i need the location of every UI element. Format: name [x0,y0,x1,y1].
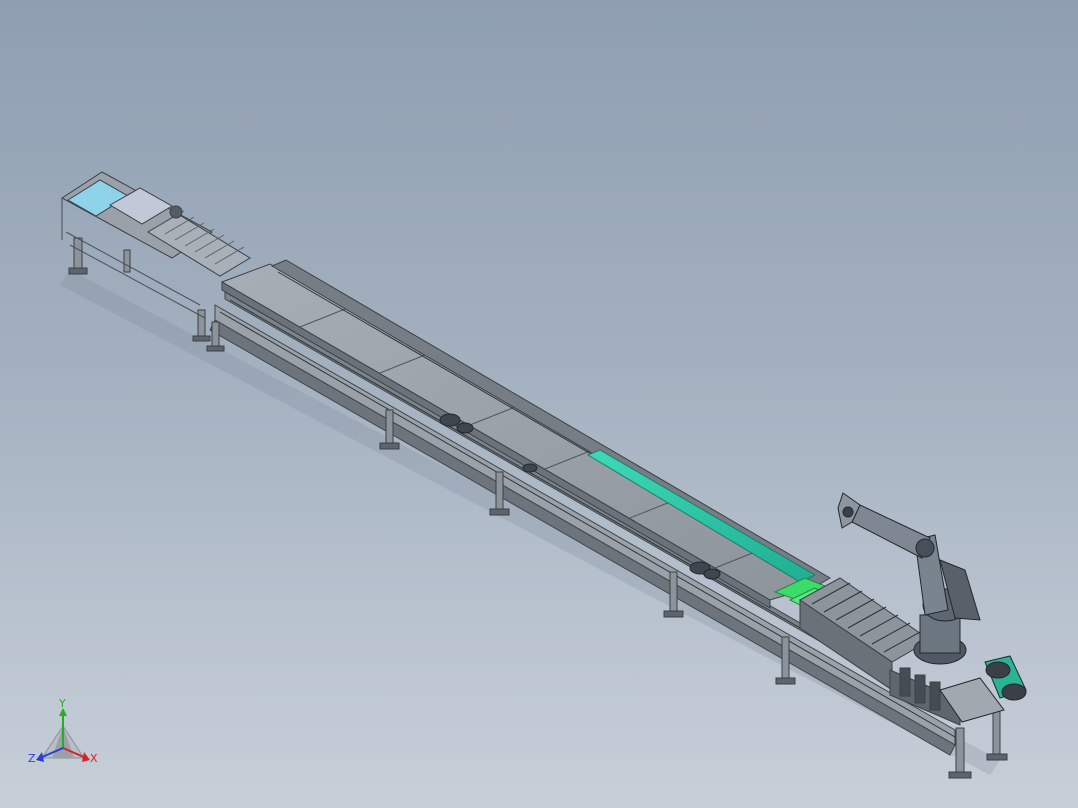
conveyor-line-model[interactable]: Y X Z [0,0,1078,808]
y-axis-label: Y [58,697,66,710]
z-axis-arrow [36,752,44,762]
x-axis-label: X [90,752,98,765]
x-axis-arrow [82,752,90,762]
orientation-triad[interactable]: Y X Z [28,697,98,765]
cad-model-viewport[interactable]: Y X Z [0,0,1078,808]
z-axis-label: Z [28,752,36,765]
conveyor-platform [220,259,831,609]
